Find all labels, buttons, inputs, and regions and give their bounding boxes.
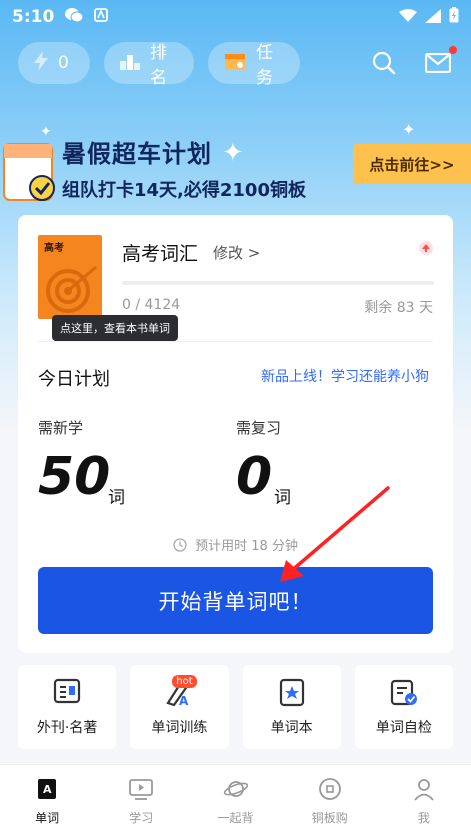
- svg-text:A: A: [179, 694, 189, 707]
- today-plan-title: 今日计划: [38, 369, 110, 390]
- tile-label: 单词本: [270, 720, 313, 736]
- tab-label: 单词: [35, 811, 60, 825]
- signal-icon: [425, 8, 441, 27]
- tile-magazine[interactable]: 外刊·名著: [18, 665, 117, 749]
- notification-dot: [449, 46, 457, 54]
- divider: [38, 341, 433, 342]
- task-icon: [224, 51, 246, 76]
- user-icon: [412, 777, 436, 804]
- task-button[interactable]: 任务: [208, 42, 300, 88]
- tab-label: 一起背: [217, 811, 254, 825]
- battery-icon: [449, 7, 459, 27]
- wechat-icon: [64, 7, 84, 27]
- status-time: 5:10: [12, 7, 55, 27]
- promo-link[interactable]: 新品上线！学习还能养小狗: [261, 366, 429, 386]
- rank-label: 排名: [150, 43, 167, 88]
- monitor-play-icon: [128, 777, 154, 804]
- app-notification-icon: [94, 8, 109, 26]
- tab-label: 我: [417, 811, 430, 825]
- new-words-unit: 词: [108, 488, 125, 508]
- tab-words[interactable]: A 单词: [0, 765, 94, 838]
- banner-title: 暑假超车计划: [62, 140, 212, 168]
- svg-text:A: A: [43, 783, 52, 796]
- sparkle-icon: ✦: [402, 120, 416, 139]
- sparkle-icon: ✦: [222, 138, 244, 168]
- tab-label: 铜板购: [311, 811, 348, 825]
- top-toolbar: 0 排名 任务: [18, 42, 457, 88]
- new-words-label: 需新学: [38, 419, 84, 437]
- energy-count: 0: [58, 53, 69, 73]
- coin-icon: [318, 777, 342, 804]
- podium-icon: [120, 52, 140, 75]
- edit-book-link[interactable]: 修改 >: [213, 242, 260, 263]
- calendar-check-icon: [2, 136, 58, 212]
- sparkle-icon: ✦: [40, 124, 52, 140]
- tab-study[interactable]: 学习: [94, 765, 188, 838]
- search-icon[interactable]: [369, 48, 399, 78]
- quick-actions: 外刊·名著 hot A 单词训练 单词本 单词自检: [18, 665, 453, 749]
- book-a-icon: A: [35, 777, 59, 804]
- tab-me[interactable]: 我: [377, 765, 471, 838]
- hot-badge: hot: [172, 675, 197, 688]
- mail-icon[interactable]: [423, 46, 457, 78]
- target-icon: [46, 265, 97, 313]
- status-bar: 5:10: [0, 0, 471, 34]
- tile-wordbook[interactable]: 单词本: [242, 665, 341, 749]
- book-progress-count: 0 / 4124: [122, 297, 181, 313]
- clock-icon: [173, 538, 195, 554]
- wordbook-icon: [277, 677, 307, 711]
- tab-shop[interactable]: 铜板购: [283, 765, 377, 838]
- banner-subtitle: 组队打卡14天,必得2100铜板: [62, 180, 306, 201]
- days-remaining: 剩余 83 天: [364, 300, 433, 316]
- tile-self-check[interactable]: 单词自检: [354, 665, 453, 749]
- tile-word-training[interactable]: hot A 单词训练: [130, 665, 229, 749]
- tile-label: 单词自检: [375, 720, 432, 736]
- rank-button[interactable]: 排名: [104, 42, 194, 88]
- bottom-tab-bar: A 单词 学习 一起背 铜板购 我: [0, 764, 471, 838]
- lightning-icon: [34, 50, 48, 76]
- wifi-icon: [399, 8, 417, 27]
- task-label: 任务: [256, 43, 273, 88]
- tile-label: 外刊·名著: [36, 720, 98, 736]
- book-cover[interactable]: 高考: [38, 235, 102, 319]
- review-words-count[interactable]: 0: [236, 447, 272, 507]
- self-check-icon: [389, 677, 419, 711]
- summer-plan-banner[interactable]: ✦ ✦ ✦ 暑假超车计划 组队打卡14天,必得2100铜板 点击前往>>: [0, 118, 471, 214]
- banner-go-button[interactable]: 点击前往>>: [353, 144, 471, 184]
- review-words-label: 需复习: [236, 419, 282, 437]
- tab-label: 学习: [129, 811, 154, 825]
- tab-together[interactable]: 一起背: [188, 765, 282, 838]
- energy-button[interactable]: 0: [18, 42, 90, 84]
- tile-label: 单词训练: [151, 720, 208, 736]
- new-words-count[interactable]: 50: [38, 447, 110, 507]
- upgrade-arrow-icon[interactable]: [419, 241, 433, 255]
- planet-icon: [223, 777, 249, 804]
- red-arrow-annotation: [280, 486, 390, 582]
- book-name: 高考词汇: [122, 243, 199, 265]
- book-tooltip: 点这里，查看本书单词: [52, 315, 178, 341]
- magazine-icon: [52, 677, 82, 711]
- book-progress-bar: [122, 281, 434, 285]
